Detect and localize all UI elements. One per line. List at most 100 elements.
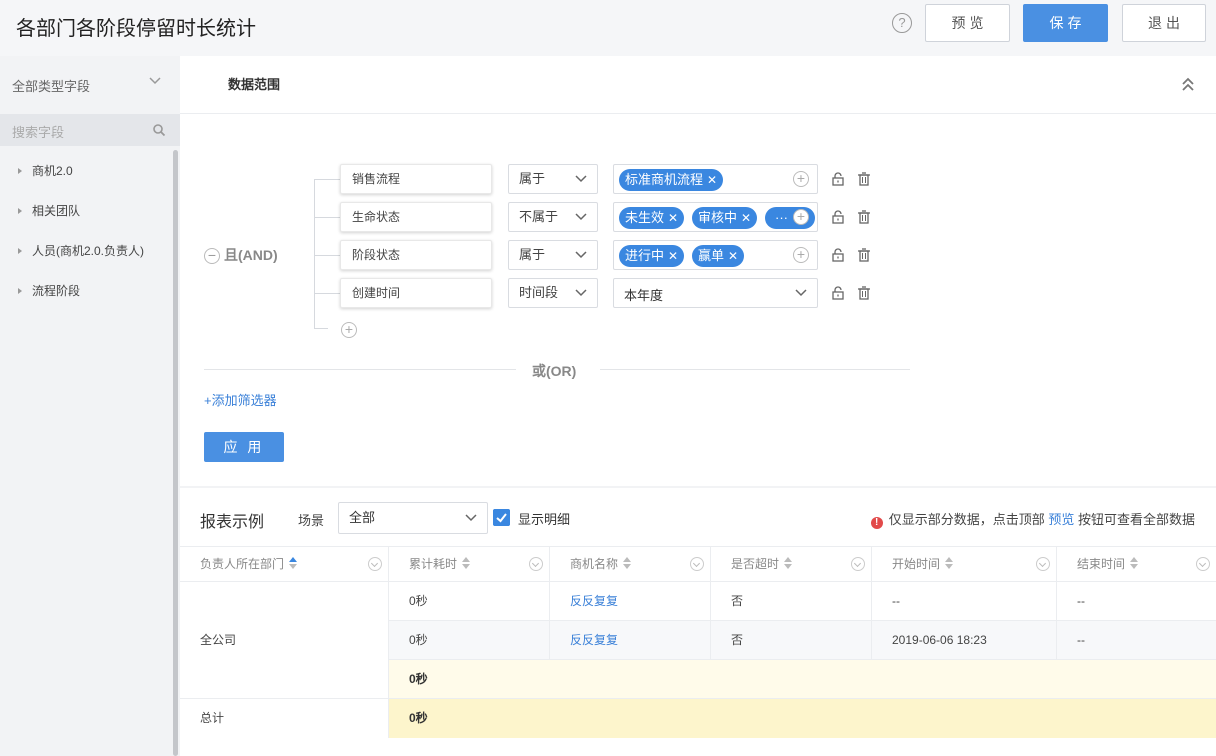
column-header-duration[interactable]: 累计耗时 — [389, 546, 550, 582]
sort-icon[interactable] — [289, 557, 298, 569]
filter-value-select[interactable]: 本年度 — [613, 278, 818, 308]
report-preview: 报表示例 场景 全部 显示明细 ! 仅显示部分数据，点击顶部 预览 按钮可查看全部… — [180, 488, 1216, 756]
filter-operator-select[interactable]: 属于 — [508, 164, 598, 194]
unlock-icon[interactable] — [831, 172, 845, 186]
column-header-end-time[interactable]: 结束时间 — [1057, 546, 1216, 582]
collapse-up-icon[interactable] — [1180, 76, 1196, 92]
sidebar-item-label: 商机2.0 — [32, 164, 73, 178]
help-icon[interactable]: ? — [892, 13, 912, 33]
search-icon[interactable] — [152, 123, 166, 137]
column-menu-icon[interactable] — [1196, 557, 1210, 571]
show-detail-label[interactable]: 显示明细 — [518, 509, 570, 528]
unlock-icon[interactable] — [831, 248, 845, 262]
chevron-down-icon — [575, 289, 587, 297]
filter-field-select[interactable]: 生命状态 — [340, 202, 492, 232]
tag-label: 进行中 — [625, 248, 665, 263]
sort-icon[interactable] — [784, 557, 793, 569]
sidebar-item-stage[interactable]: 流程阶段 — [18, 282, 80, 302]
value-tag[interactable]: 未生效 ✕ — [619, 207, 685, 229]
and-bracket — [314, 179, 340, 329]
add-value-icon[interactable]: + — [793, 209, 809, 225]
filter-operator-select[interactable]: 属于 — [508, 240, 598, 270]
column-menu-icon[interactable] — [1036, 557, 1050, 571]
trash-icon[interactable] — [857, 248, 871, 262]
column-menu-icon[interactable] — [368, 557, 382, 571]
minus-circle-icon[interactable]: − — [204, 248, 220, 264]
sidebar-item-label: 人员(商机2.0.负责人) — [32, 244, 145, 258]
filter-value-tags[interactable]: 未生效 ✕ 审核中 ✕ ··· — [613, 202, 818, 232]
or-label: 或(OR) — [532, 363, 577, 379]
subtotal-row: 0秒 — [389, 660, 1216, 699]
value-tag[interactable]: 进行中 ✕ — [619, 245, 685, 267]
remove-tag-icon[interactable]: ✕ — [741, 211, 751, 225]
add-value-icon[interactable]: + — [793, 171, 809, 187]
sidebar-item-owner[interactable]: 人员(商机2.0.负责人) — [18, 242, 144, 262]
trash-icon[interactable] — [857, 286, 871, 300]
sidebar-scrollbar[interactable] — [173, 150, 178, 756]
bracket-tick — [314, 255, 340, 256]
add-filter-link[interactable]: +添加筛选器 — [204, 390, 277, 409]
unlock-icon[interactable] — [831, 286, 845, 300]
remove-tag-icon[interactable]: ✕ — [668, 249, 678, 263]
field-search[interactable]: 搜索字段 — [0, 114, 180, 146]
sort-icon[interactable] — [1130, 557, 1139, 569]
preview-button[interactable]: 预览 — [925, 4, 1010, 42]
column-header-department[interactable]: 负责人所在部门 — [180, 546, 389, 582]
preview-link[interactable]: 预览 — [1048, 512, 1074, 527]
sidebar-item-opportunity[interactable]: 商机2.0 — [18, 162, 73, 182]
tag-label: 审核中 — [698, 210, 738, 225]
add-value-icon[interactable]: + — [793, 247, 809, 263]
column-header-start-time[interactable]: 开始时间 — [872, 546, 1057, 582]
exit-button[interactable]: 退出 — [1122, 4, 1206, 42]
duration-cell: 0秒 — [389, 582, 550, 621]
value-tag[interactable]: 审核中 ✕ — [692, 207, 758, 229]
chevron-down-icon[interactable] — [148, 74, 162, 88]
remove-tag-icon[interactable]: ✕ — [728, 249, 738, 263]
column-label: 结束时间 — [1077, 557, 1126, 571]
filter-value-tags[interactable]: 标准商机流程 ✕ — [613, 164, 818, 194]
filter-operator-select[interactable]: 不属于 — [508, 202, 598, 232]
and-group-label[interactable]: − 且(AND) — [204, 245, 278, 265]
caret-right-icon — [18, 247, 22, 254]
value-tag[interactable]: 标准商机流程 ✕ — [619, 169, 724, 191]
sort-icon[interactable] — [623, 557, 632, 569]
report-title: 报表示例 — [200, 514, 265, 531]
scene-select[interactable]: 全部 — [338, 502, 488, 534]
filter-value-tags[interactable]: 进行中 ✕ 赢单 ✕ — [613, 240, 818, 270]
sidebar-item-team[interactable]: 相关团队 — [18, 202, 80, 222]
filter-field-select[interactable]: 创建时间 — [340, 278, 492, 308]
filter-field-select[interactable]: 阶段状态 — [340, 240, 492, 270]
show-detail-checkbox[interactable] — [493, 509, 510, 526]
operator-label: 属于 — [519, 247, 546, 262]
unlock-icon[interactable] — [831, 210, 845, 224]
filter-operator-select[interactable]: 时间段 — [508, 278, 598, 308]
trash-icon[interactable] — [857, 172, 871, 186]
add-condition-icon[interactable]: + — [341, 322, 357, 338]
caret-right-icon — [18, 167, 22, 174]
notice-text: 仅显示部分数据，点击顶部 — [888, 512, 1045, 527]
apply-button[interactable]: 应 用 — [204, 432, 284, 462]
column-menu-icon[interactable] — [529, 557, 543, 571]
save-button[interactable]: 保存 — [1023, 4, 1108, 42]
header-bar: 各部门各阶段停留时长统计 ? 预览 保存 退出 — [0, 0, 1216, 56]
value-tag[interactable]: 赢单 ✕ — [692, 245, 745, 267]
sort-icon[interactable] — [945, 557, 954, 569]
column-menu-icon[interactable] — [851, 557, 865, 571]
field-type-select[interactable]: 全部类型字段 — [12, 76, 90, 95]
tag-label: 标准商机流程 — [625, 172, 704, 187]
operator-label: 不属于 — [519, 209, 559, 224]
column-header-opportunity[interactable]: 商机名称 — [550, 546, 711, 582]
search-input[interactable]: 搜索字段 — [12, 122, 64, 141]
remove-tag-icon[interactable]: ✕ — [707, 173, 717, 187]
trash-icon[interactable] — [857, 210, 871, 224]
opportunity-link[interactable]: 反反复复 — [550, 582, 711, 621]
caret-right-icon — [18, 287, 22, 294]
sidebar-item-label: 流程阶段 — [32, 284, 81, 298]
column-menu-icon[interactable] — [690, 557, 704, 571]
sort-icon[interactable] — [462, 557, 471, 569]
remove-tag-icon[interactable]: ✕ — [668, 211, 678, 225]
column-header-overtime[interactable]: 是否超时 — [711, 546, 872, 582]
chevron-down-icon — [795, 289, 807, 297]
filter-field-select[interactable]: 销售流程 — [340, 164, 492, 194]
opportunity-link[interactable]: 反反复复 — [550, 621, 711, 660]
